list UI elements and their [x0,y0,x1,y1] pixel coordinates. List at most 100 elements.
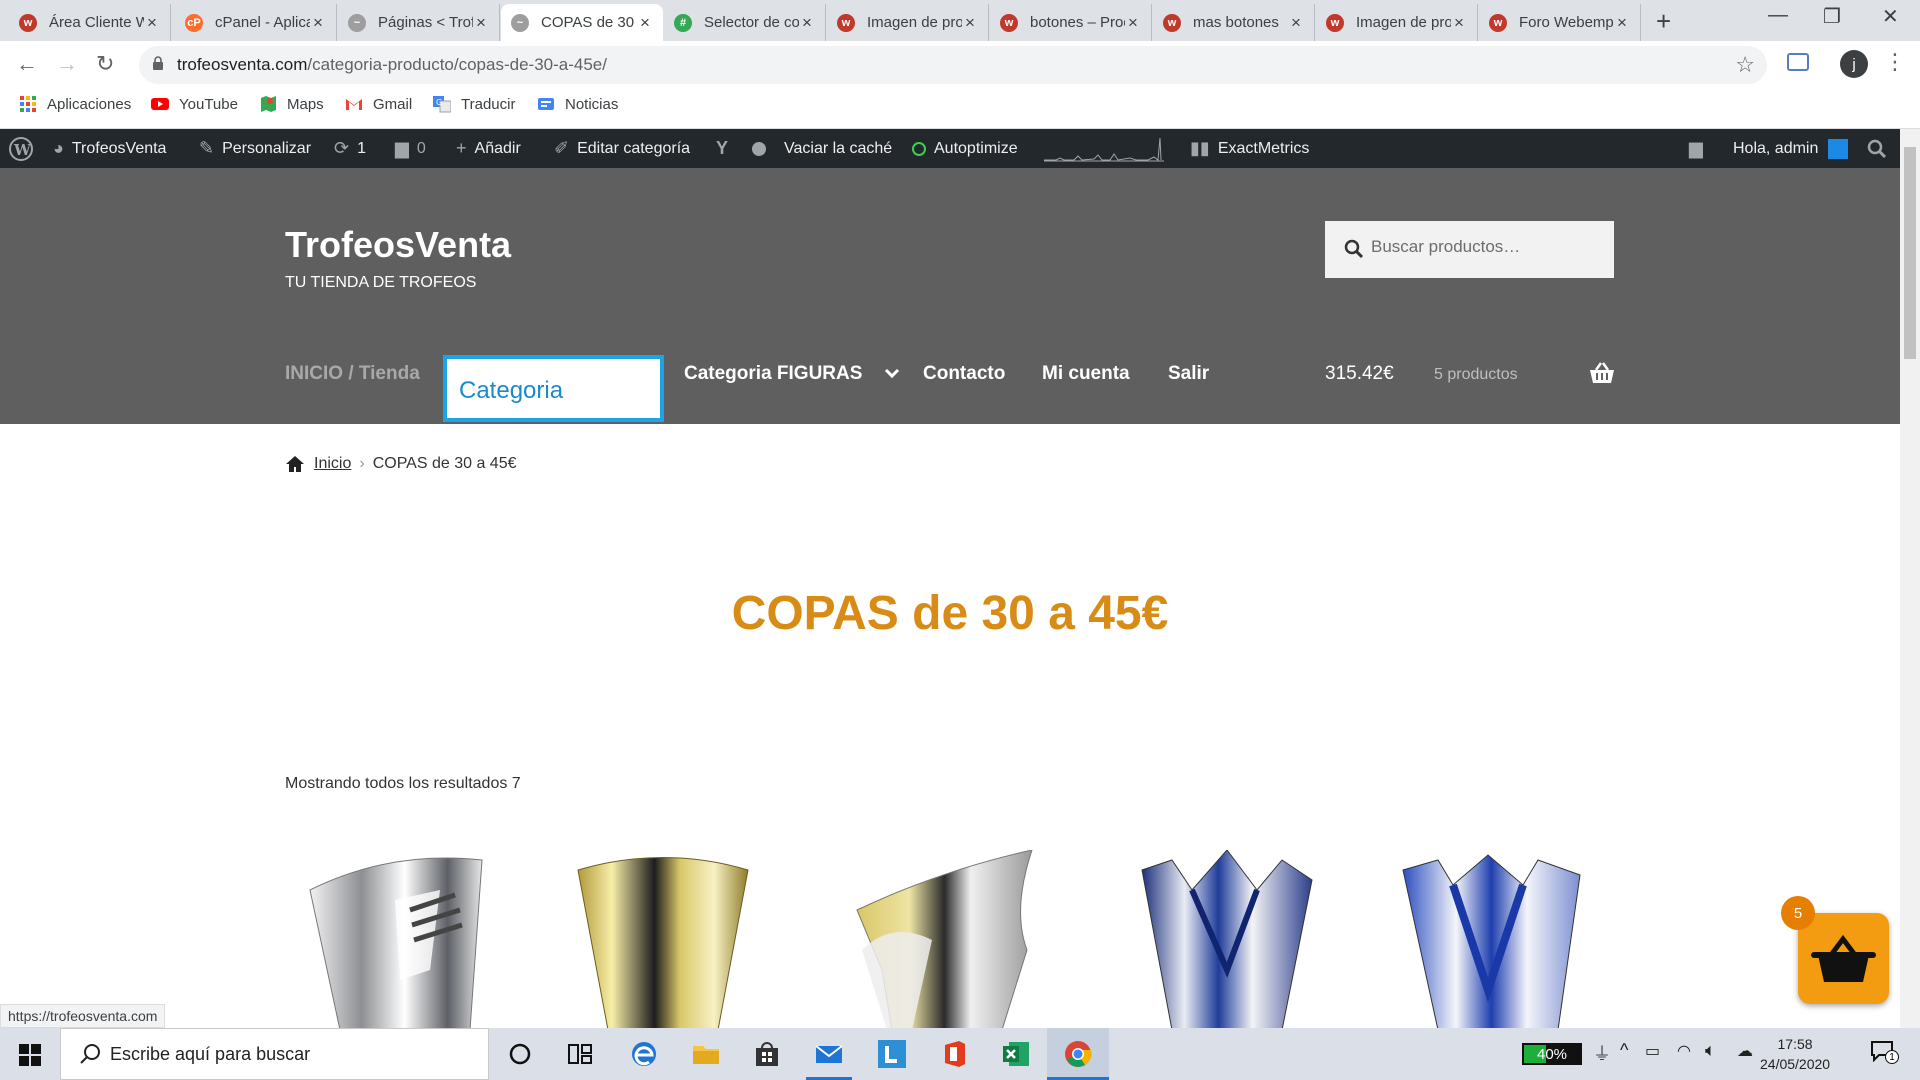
page-title: COPAS de 30 a 45€ [731,587,1169,640]
battery-indicator[interactable]: 40% [1522,1043,1582,1065]
profile-avatar[interactable]: j [1840,50,1868,78]
adminbar-customize[interactable]: ✎ Personalizar [199,129,311,168]
browser-tab[interactable]: w Foro Webempresa× [1479,4,1641,41]
notification-icon[interactable]: ▆ [1689,129,1711,168]
maximize-button[interactable]: ❐ [1823,4,1841,29]
product-image[interactable] [1132,850,1317,1030]
bookmark-youtube[interactable]: YouTube [151,95,238,113]
menu-item-category[interactable]: Categoria [443,355,664,422]
scrollbar-thumb[interactable] [1904,147,1916,359]
excel-icon[interactable] [999,1037,1033,1071]
adminbar-add-new[interactable]: + Añadir [456,129,521,168]
task-view-icon[interactable] [563,1037,597,1071]
bookmark-gmail[interactable]: Gmail [345,95,412,113]
yoast-icon[interactable]: Y [716,129,736,168]
tab-close-icon[interactable]: × [1288,13,1304,33]
tab-close-icon[interactable]: × [310,13,326,33]
forward-icon[interactable]: → [56,51,78,77]
extension-icon[interactable] [1787,53,1809,71]
windows-start-icon[interactable] [19,1044,41,1066]
volume-icon[interactable]: 🔈︎ [1705,1040,1716,1061]
browser-tab[interactable]: w Imagen de producto× [827,4,989,41]
new-tab-button[interactable]: + [1656,6,1671,37]
menu-kebab-icon[interactable]: ⋮ [1884,49,1906,75]
chevron-up-icon[interactable]: ^ [1620,1040,1628,1061]
back-icon[interactable]: ← [16,51,38,77]
edge-icon[interactable] [627,1037,661,1071]
tab-close-icon[interactable]: × [1614,13,1630,33]
floating-cart-button[interactable] [1798,913,1889,1004]
cart-item-count[interactable]: 5 productos [1434,366,1518,384]
tab-close-icon[interactable]: × [962,13,978,33]
adminbar-comments[interactable]: ▆ 0 [395,129,426,168]
tab-close-icon[interactable]: × [1125,13,1141,33]
office-icon[interactable] [937,1037,971,1071]
basket-icon[interactable] [1589,362,1615,384]
tab-close-icon[interactable]: × [637,13,653,33]
breadcrumb-home-link[interactable]: Inicio [314,455,351,473]
browser-tab[interactable]: w Área Cliente Webempresa× [9,4,171,41]
tab-close-icon[interactable]: × [473,13,489,33]
adminbar-search-icon[interactable] [1867,129,1887,168]
adminbar-site-link[interactable]: ◕ TrofeosVenta [53,129,166,168]
system-clock[interactable]: 17:58 24/05/2020 [1760,1034,1830,1074]
browser-tab[interactable]: ~ COPAS de 30 a 45€× [501,4,663,41]
wifi-icon[interactable]: ◠ [1677,1041,1691,1061]
adminbar-updates[interactable]: ⟳ 1 [334,129,366,168]
browser-tab[interactable]: w mas botones × [1153,4,1315,41]
store-icon[interactable] [750,1037,784,1071]
address-bar[interactable]: trofeosventa.com/categoria-producto/copa… [139,46,1767,84]
browser-tab[interactable]: w Imagen de producto× [1316,4,1478,41]
update-icon: ⟳ [334,138,350,158]
tab-close-icon[interactable]: × [799,13,815,33]
site-title[interactable]: TrofeosVenta [285,224,511,266]
reload-icon[interactable]: ↻ [96,51,114,77]
bookmark-news[interactable]: Noticias [537,95,618,113]
action-center-icon[interactable]: 1 [1870,1040,1899,1064]
wordpress-logo-icon[interactable]: W [8,129,34,168]
bookmark-apps[interactable]: Aplicaciones [19,95,131,113]
tab-title: Selector de color [704,14,799,31]
adminbar-edit-category[interactable]: ✐ Editar categoría [554,129,690,168]
mail-icon[interactable] [812,1037,846,1071]
adminbar-clear-cache[interactable]: Vaciar la caché [752,129,892,168]
menu-item-logout[interactable]: Salir [1168,363,1209,385]
browser-tab[interactable]: # Selector de color× [664,4,826,41]
launcher-l-icon[interactable] [875,1037,909,1071]
menu-item-home[interactable]: INICIO / Tienda [285,363,420,385]
bookmark-maps[interactable]: Maps [259,95,324,113]
home-icon[interactable] [285,455,305,473]
tab-close-icon[interactable]: × [1451,13,1467,33]
chrome-icon[interactable] [1061,1037,1095,1071]
file-explorer-icon[interactable] [689,1037,723,1071]
adminbar-customize-label: Personalizar [222,139,312,157]
menu-item-contact[interactable]: Contacto [923,363,1005,385]
product-image[interactable] [300,850,485,1030]
window-close-button[interactable]: ✕ [1882,4,1899,29]
menu-item-figures[interactable]: Categoria FIGURAS [684,363,900,385]
bookmark-star-icon[interactable]: ☆ [1735,52,1755,78]
taskbar-search[interactable]: Escribe aquí para buscar [60,1028,489,1080]
product-image[interactable] [568,850,753,1030]
minimize-button[interactable]: — [1768,4,1788,27]
adminbar-autoptimize[interactable]: Autoptimize [912,129,1018,168]
browser-tab[interactable]: ~ Páginas < TrofeosVenta× [338,4,500,41]
adminbar-exactmetrics[interactable]: ▮▮ ExactMetrics [1190,129,1309,168]
adminbar-account[interactable]: Hola, admin [1733,129,1849,168]
battery-icon[interactable]: ▭ [1645,1041,1660,1061]
product-search[interactable] [1325,221,1614,278]
search-input[interactable] [1371,237,1601,257]
browser-tab[interactable]: cP cPanel - Aplicaciones× [175,4,337,41]
menu-item-account[interactable]: Mi cuenta [1042,363,1130,385]
cortana-icon[interactable] [503,1037,537,1071]
power-plug-icon[interactable]: ⏚ [1593,1040,1611,1066]
onedrive-cloud-icon[interactable]: ☁︎ [1737,1041,1753,1061]
product-image[interactable] [1398,850,1583,1030]
page-scrollbar[interactable] [1900,129,1920,1028]
tab-close-icon[interactable]: × [144,13,160,33]
tab-title: botones – Producto [1030,14,1125,31]
bookmark-translate[interactable]: G Traducir [433,95,515,113]
browser-tab[interactable]: w botones – Producto× [990,4,1152,41]
cart-total[interactable]: 315.42€ [1325,363,1394,385]
product-image[interactable] [852,850,1037,1030]
